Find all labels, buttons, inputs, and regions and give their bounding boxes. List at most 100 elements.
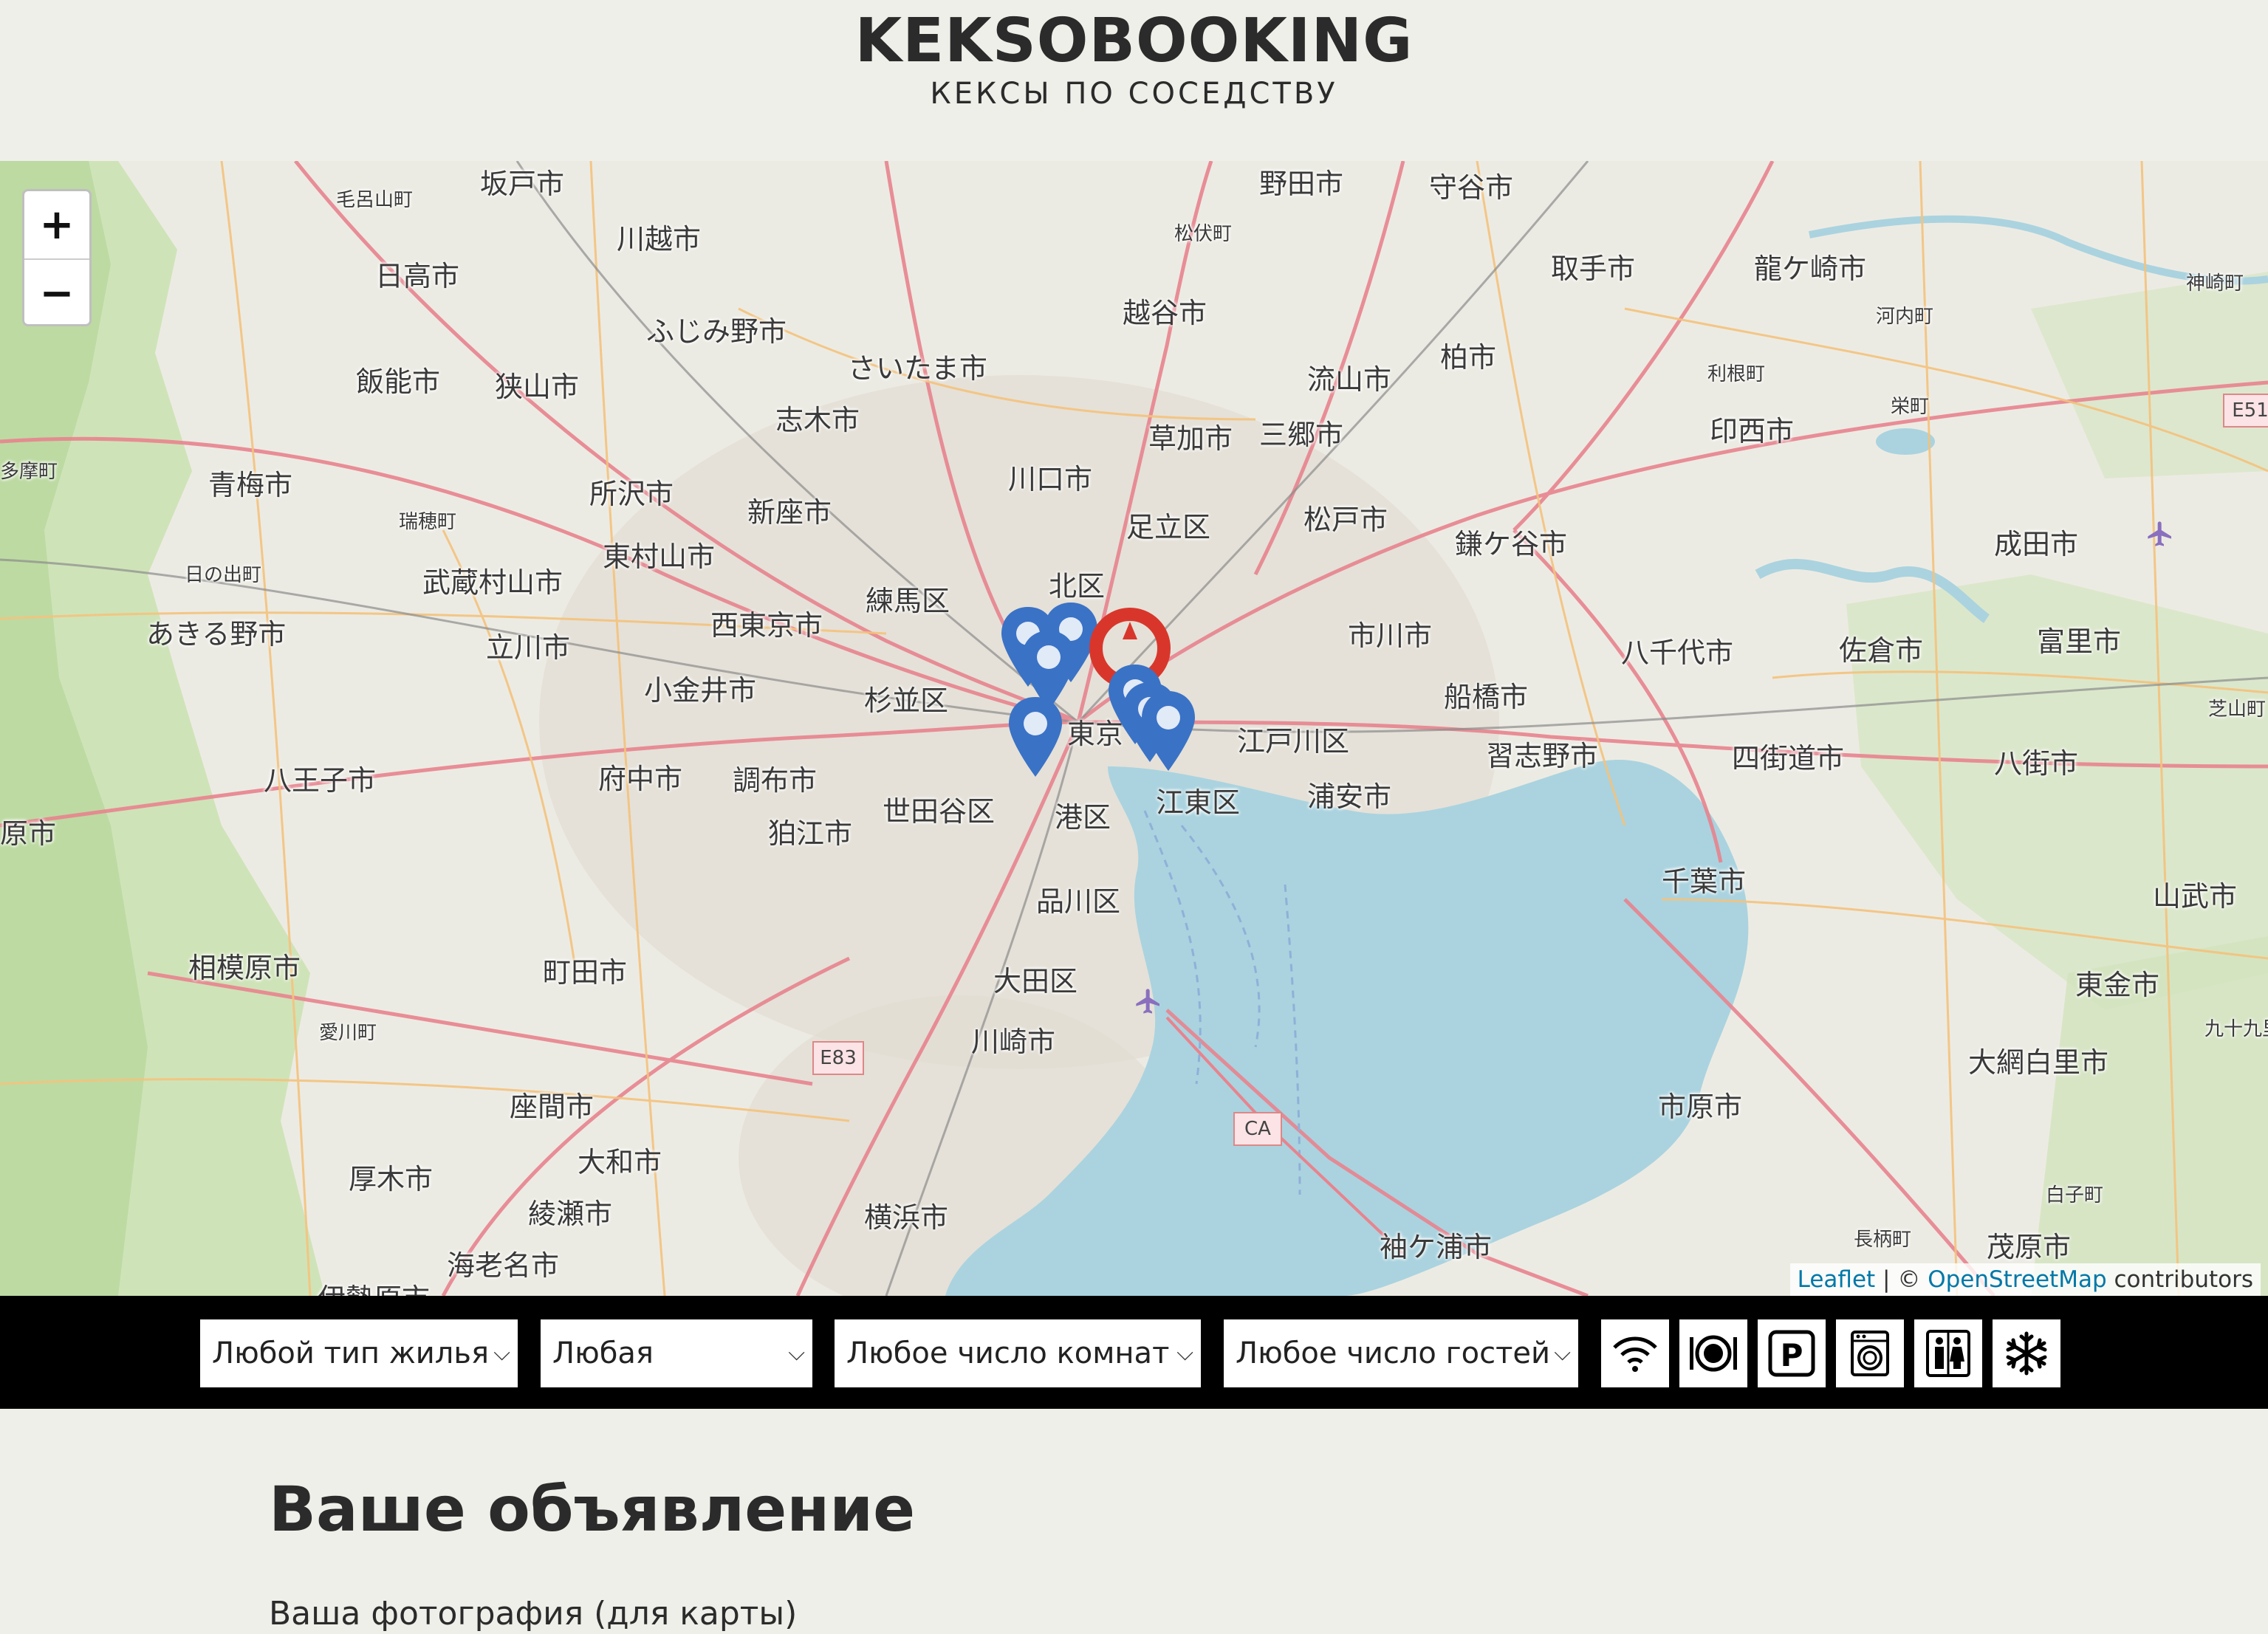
page-header: KEKSOBOOKING КЕКСЫ ПО СОСЕДСТВУ <box>0 0 2268 161</box>
housing-type-value: Любой тип жилья <box>212 1336 489 1370</box>
map-label: 守谷市 <box>1429 171 1514 204</box>
feature-washer-toggle[interactable] <box>1836 1319 1904 1387</box>
attribution-separator: | © <box>1875 1266 1928 1293</box>
dishwasher-icon <box>1690 1335 1737 1372</box>
road-shield: CA <box>1233 1112 1282 1146</box>
logo: KEKSOBOOKING <box>854 6 1414 76</box>
map-label: 河内町 <box>1876 306 1934 328</box>
map-label: 青梅市 <box>208 469 293 501</box>
map-label: 富里市 <box>2037 625 2122 658</box>
map-label: 長柄町 <box>1854 1229 1912 1251</box>
zoom-in-button[interactable]: + <box>24 191 89 258</box>
map-label: 愛川町 <box>319 1022 377 1044</box>
road-shield: E83 <box>812 1041 864 1075</box>
map-label: 足立区 <box>1126 511 1211 543</box>
feature-wifi-toggle[interactable] <box>1601 1319 1669 1387</box>
map-label: 相模原市 <box>188 952 301 984</box>
feature-parking-toggle[interactable]: P <box>1758 1319 1826 1387</box>
map-label: 杉並区 <box>864 684 949 717</box>
parking-icon: P <box>1768 1330 1815 1377</box>
map-label: 流山市 <box>1307 363 1392 396</box>
map-label: 四街道市 <box>1732 742 1845 775</box>
map-label: 海老名市 <box>447 1249 560 1282</box>
wifi-icon <box>1613 1336 1657 1372</box>
map-label: 茂原市 <box>1987 1231 2072 1263</box>
map-label: 松戸市 <box>1303 504 1388 536</box>
map-label: 座間市 <box>510 1091 595 1123</box>
map-attribution: Leaflet | © OpenStreetMap contributors <box>1789 1263 2261 1296</box>
feature-conditioner-toggle[interactable] <box>1993 1319 2060 1387</box>
attribution-contributors: contributors <box>2106 1266 2253 1293</box>
map-label: 西東京市 <box>710 609 823 642</box>
price-select[interactable]: Любая ⌵ <box>541 1319 812 1387</box>
map-label: 狭山市 <box>495 371 580 403</box>
map-label: 横浜市 <box>864 1201 949 1234</box>
map-label: 市原市 <box>1658 1091 1743 1123</box>
feature-elevator-toggle[interactable] <box>1914 1319 1982 1387</box>
washer-icon <box>1851 1331 1889 1376</box>
zoom-control: + − <box>22 189 92 326</box>
tagline: КЕКСЫ ПО СОСЕДСТВУ <box>930 77 1338 111</box>
map-label: 龍ケ崎市 <box>1754 253 1867 285</box>
svg-text:P: P <box>1781 1337 1803 1373</box>
map-label: 新座市 <box>747 496 832 529</box>
airport-icon <box>1136 989 1159 1014</box>
map-label: 品川区 <box>1036 885 1121 918</box>
map-label: 利根町 <box>1707 363 1766 385</box>
map-label: 原市 <box>0 817 57 850</box>
map-label: 世田谷区 <box>883 795 996 828</box>
leaflet-link[interactable]: Leaflet <box>1798 1266 1876 1293</box>
map-label: 調布市 <box>733 764 818 797</box>
map-label: 府中市 <box>598 763 683 795</box>
map-label: 三郷市 <box>1259 419 1344 451</box>
map-label: 習志野市 <box>1486 740 1599 772</box>
map-label: 小金井市 <box>644 674 757 707</box>
map-label: 九十九里 <box>2204 1018 2268 1040</box>
map-label: 伊勢原市 <box>318 1276 430 1296</box>
map-label: 東金市 <box>2075 969 2160 1001</box>
map-label: 立川市 <box>486 631 571 664</box>
price-value: Любая <box>552 1336 654 1370</box>
map-label: さいたま市 <box>848 352 987 385</box>
map-label: 港区 <box>1055 801 1111 834</box>
map-pin[interactable] <box>1004 693 1066 781</box>
guests-select[interactable]: Любое число гостей ⌵ <box>1224 1319 1578 1387</box>
map-label: 浦安市 <box>1307 780 1392 813</box>
map-label: 江戸川区 <box>1237 725 1350 758</box>
map-label: 日高市 <box>375 260 460 292</box>
osm-link[interactable]: OpenStreetMap <box>1928 1266 2106 1293</box>
map-label: 大和市 <box>578 1146 662 1178</box>
map-label: 神崎町 <box>2186 272 2244 295</box>
map-pin[interactable] <box>1137 687 1199 775</box>
map-label: 坂戸市 <box>480 168 565 200</box>
map-label: 川口市 <box>1008 463 1093 495</box>
map-label: 綾瀬市 <box>528 1198 613 1230</box>
housing-type-select[interactable]: Любой тип жилья ⌵ <box>200 1319 518 1387</box>
conditioner-icon <box>2006 1331 2047 1376</box>
map-label: 飯能市 <box>356 365 441 398</box>
chevron-down-icon: ⌵ <box>493 1340 510 1366</box>
zoom-out-button[interactable]: − <box>24 258 89 327</box>
map-label: 八街市 <box>1994 747 2079 780</box>
map-label: ふじみ野市 <box>646 315 787 348</box>
map-label: 栄町 <box>1891 396 1930 418</box>
map-label: 川崎市 <box>971 1026 1056 1058</box>
map-label: 志木市 <box>775 404 860 436</box>
map[interactable]: 坂戸市 毛呂山町 日高市 川越市 ふじみ野市 さいたま市 志木市 飯能市 狭山市… <box>0 161 2268 1296</box>
map-label: 取手市 <box>1551 253 1636 285</box>
avatar-label: Ваша фотография (для карты) <box>269 1595 798 1633</box>
chevron-down-icon: ⌵ <box>1554 1340 1571 1366</box>
map-label: 毛呂山町 <box>336 189 414 211</box>
map-label: 佐倉市 <box>1839 634 1924 667</box>
map-label: 芝山町 <box>2208 698 2267 721</box>
map-label: 大網白里市 <box>1968 1046 2109 1079</box>
map-label: 練馬区 <box>866 585 950 617</box>
map-filters: Любой тип жилья ⌵ Любая ⌵ Любое число ко… <box>0 1296 2268 1409</box>
map-label: 野田市 <box>1259 168 1344 200</box>
feature-dishwasher-toggle[interactable] <box>1679 1319 1747 1387</box>
map-label: 東村山市 <box>603 540 716 573</box>
chevron-down-icon: ⌵ <box>1176 1340 1193 1366</box>
map-label: 瑞穂町 <box>399 511 457 533</box>
rooms-select[interactable]: Любое число комнат ⌵ <box>835 1319 1201 1387</box>
map-label: 日の出町 <box>185 564 262 586</box>
